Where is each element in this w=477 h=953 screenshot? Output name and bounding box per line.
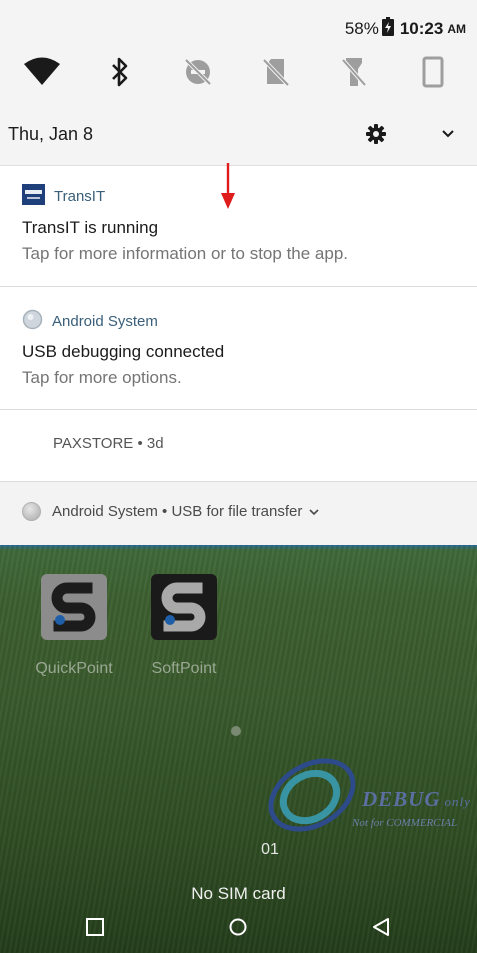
expand-button[interactable] xyxy=(436,120,460,148)
bluetooth-icon xyxy=(112,57,128,87)
wifi-icon xyxy=(24,57,60,85)
sim-status: No SIM card xyxy=(191,884,286,903)
home-screen: QuickPoint SoftPoint DEBUG only Not for C… xyxy=(0,540,477,953)
qs-flashlight-tile[interactable] xyxy=(334,52,374,92)
qs-wifi-tile[interactable] xyxy=(22,52,62,92)
home-button[interactable] xyxy=(223,912,253,942)
notification-usb-debugging[interactable]: Android System USB debugging connected T… xyxy=(0,287,477,410)
chevron-down-icon xyxy=(442,130,454,138)
slot-number: 01 xyxy=(261,841,279,858)
notification-body: Tap for more options. xyxy=(22,368,182,387)
notification-shade: 58% 10:23 AM Thu, Jan 8 TransIT TransIT … xyxy=(0,0,477,545)
watermark-sub-text: Not for COMMERCIAL xyxy=(352,817,458,829)
dnd-off-icon xyxy=(184,58,212,86)
portrait-icon xyxy=(422,56,444,88)
no-sim-icon xyxy=(263,58,289,87)
back-icon xyxy=(373,918,389,936)
quickpoint-label[interactable]: QuickPoint xyxy=(19,660,129,678)
down-arrow-icon xyxy=(220,163,236,216)
android-system-icon xyxy=(22,502,41,521)
notification-transit[interactable]: TransIT TransIT is running Tap for more … xyxy=(0,166,477,287)
battery-charging-icon xyxy=(381,17,394,41)
notification-body: Tap for more information or to stop the … xyxy=(22,244,349,263)
softpoint-label[interactable]: SoftPoint xyxy=(129,660,239,678)
qs-bluetooth-tile[interactable] xyxy=(100,52,140,92)
battery-percent: 58% xyxy=(344,19,379,38)
navigation-bar xyxy=(0,904,477,953)
date-text: Thu, Jan 8 xyxy=(8,124,94,144)
notification-paxstore[interactable]: PAXSTORE • 3d xyxy=(0,410,477,482)
notification-title: TransIT is running xyxy=(22,218,159,237)
home-icon xyxy=(229,918,247,936)
notification-title: USB debugging connected xyxy=(22,342,225,361)
notification-app-name: Android System xyxy=(52,313,158,330)
status-time: 10:23 xyxy=(399,19,444,38)
collapsed-notification-text: Android System • USB for file transfer xyxy=(52,503,303,520)
flashlight-off-icon xyxy=(341,58,367,87)
page-indicator xyxy=(231,726,241,736)
notification-app-name: TransIT xyxy=(54,188,106,205)
chevron-down-icon xyxy=(309,508,319,515)
quick-settings-row xyxy=(0,52,477,100)
shade-header: Thu, Jan 8 xyxy=(0,100,477,166)
gear-icon xyxy=(366,124,386,144)
quickpoint-app-icon[interactable] xyxy=(41,574,107,640)
softpoint-app-icon[interactable] xyxy=(151,574,217,640)
debug-watermark: DEBUG only Not for COMMERCIAL xyxy=(262,755,477,835)
paxstore-text: PAXSTORE • 3d xyxy=(53,435,164,452)
qs-sim-tile[interactable] xyxy=(256,52,296,92)
qs-dnd-tile[interactable] xyxy=(178,52,218,92)
watermark-only-text: only xyxy=(444,794,471,809)
settings-button[interactable] xyxy=(362,120,390,148)
notification-usb-file-transfer[interactable]: Android System • USB for file transfer xyxy=(0,482,477,545)
transit-logo-icon xyxy=(22,184,45,209)
qs-rotation-tile[interactable] xyxy=(413,52,453,92)
watermark-main-text: DEBUG xyxy=(362,787,441,811)
back-button[interactable] xyxy=(366,912,396,942)
status-bar: 58% 10:23 AM xyxy=(0,0,477,52)
status-ampm: AM xyxy=(447,22,466,36)
android-system-icon xyxy=(22,309,43,334)
recents-button[interactable] xyxy=(80,912,110,942)
recents-icon xyxy=(86,918,104,936)
